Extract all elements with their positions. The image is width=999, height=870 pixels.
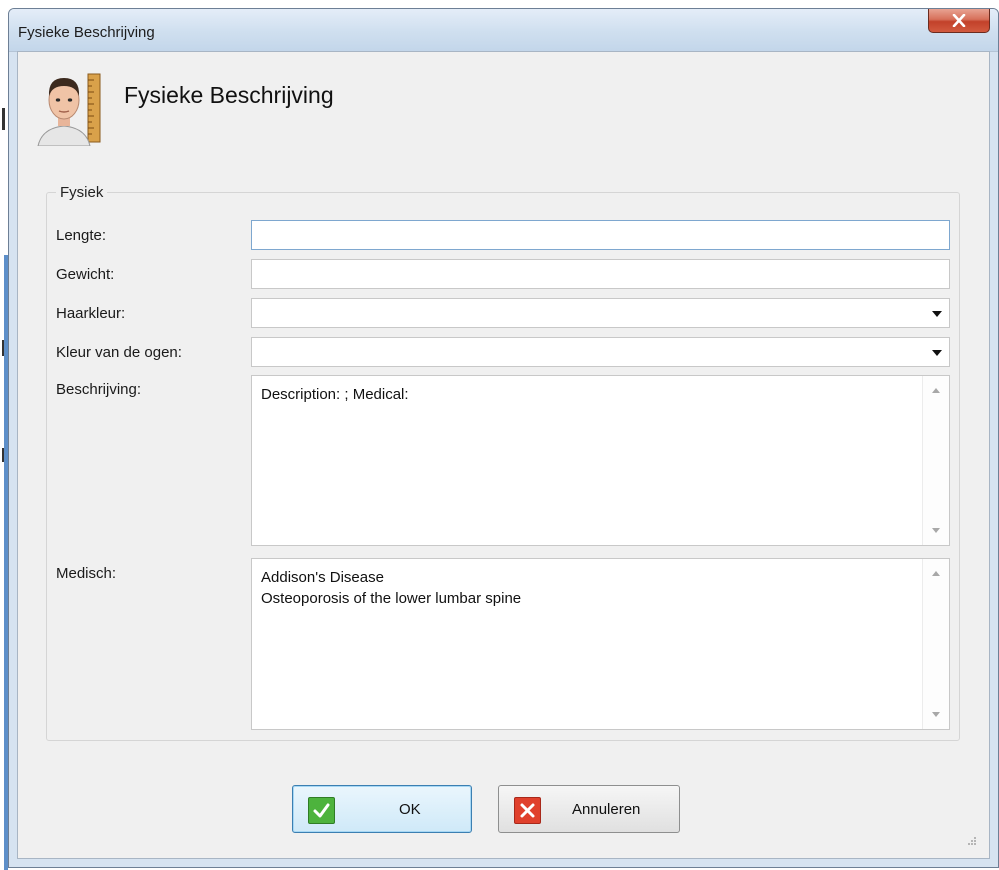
description-label: Beschrijving:: [56, 381, 142, 398]
eye-color-label: Kleur van de ogen:: [56, 344, 182, 361]
checkmark-icon: [308, 797, 335, 824]
resize-grip-icon[interactable]: [967, 836, 977, 846]
length-label: Lengte:: [56, 227, 107, 244]
ok-button[interactable]: OK: [292, 785, 472, 833]
weight-label: Gewicht:: [56, 266, 115, 283]
person-with-height-ruler-icon: [28, 70, 112, 147]
chevron-down-icon[interactable]: [932, 311, 942, 317]
medical-scrollbar[interactable]: [922, 559, 949, 729]
medical-label: Medisch:: [56, 565, 117, 582]
scroll-down-icon[interactable]: [932, 712, 940, 717]
title-bar[interactable]: Fysieke Beschrijving: [9, 9, 998, 52]
window-title: Fysieke Beschrijving: [18, 24, 155, 41]
description-text: Description: ; Medical:: [261, 386, 409, 403]
background-desktop-strip: [0, 0, 8, 870]
chevron-down-icon[interactable]: [932, 350, 942, 356]
hair-color-combobox[interactable]: [251, 298, 950, 328]
cancel-label: Annuleren: [572, 801, 641, 818]
cross-icon: [514, 797, 541, 824]
hair-color-label: Haarkleur:: [56, 305, 126, 322]
ok-label: OK: [399, 801, 421, 818]
eye-color-combobox[interactable]: [251, 337, 950, 367]
scroll-down-icon[interactable]: [932, 528, 940, 533]
groupbox-legend: Fysiek: [56, 184, 108, 201]
close-button[interactable]: [928, 9, 990, 33]
scroll-up-icon[interactable]: [932, 388, 940, 393]
description-scrollbar[interactable]: [922, 376, 949, 545]
page-title: Fysieke Beschrijving: [124, 82, 334, 108]
description-textarea[interactable]: Description: ; Medical:: [251, 375, 950, 546]
cancel-button[interactable]: Annuleren: [498, 785, 680, 833]
medical-textarea[interactable]: Addison's Disease Osteoporosis of the lo…: [251, 558, 950, 730]
scroll-up-icon[interactable]: [932, 571, 940, 576]
length-input[interactable]: [251, 220, 950, 250]
weight-input[interactable]: [251, 259, 950, 289]
medical-text: Addison's Disease Osteoporosis of the lo…: [261, 569, 522, 607]
close-icon: [952, 14, 966, 27]
